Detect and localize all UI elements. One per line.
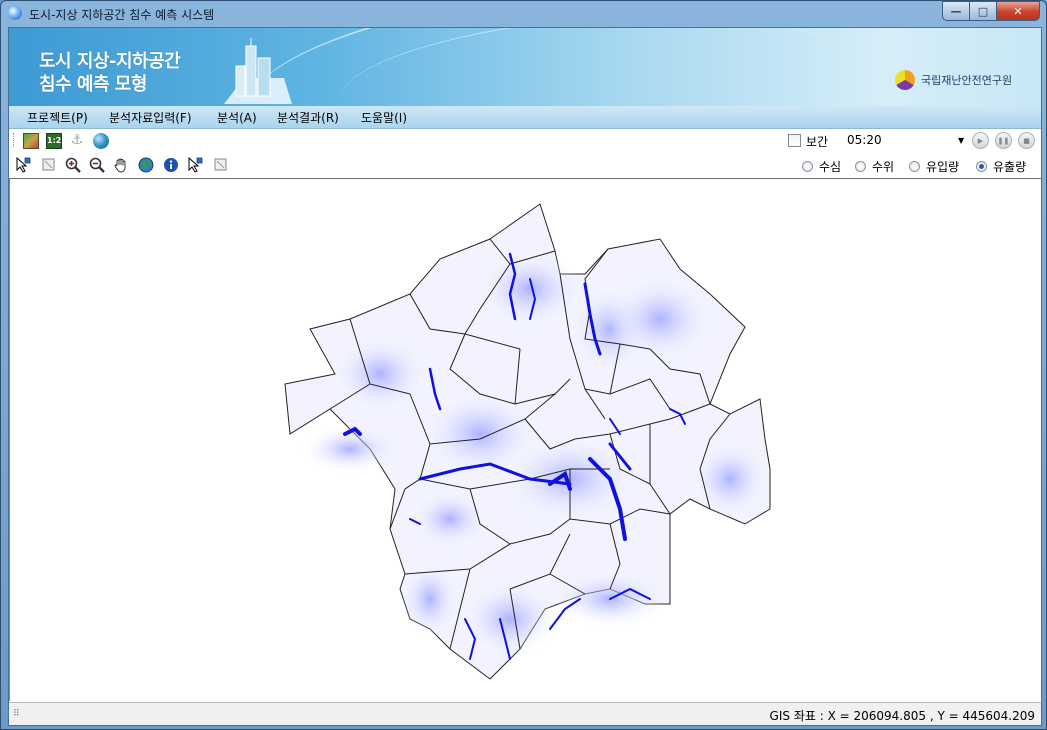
minimize-button[interactable]: —	[942, 1, 969, 21]
map-layer-icon[interactable]	[23, 133, 39, 149]
radio-level-label: 수위	[872, 160, 895, 174]
institute-name: 국립재난안전연구원	[921, 74, 1013, 87]
radio-inflow[interactable]: 유입량	[909, 158, 959, 175]
main-toolbar: 1:2 ⚓ 보간 05:20 ▼ ▶ ❚❚ ■	[9, 129, 1041, 151]
radio-outflow[interactable]: 유출량	[976, 158, 1026, 175]
close-button[interactable]: ✕	[996, 1, 1040, 21]
title-bar[interactable]: 도시-지상 지하공간 침수 예측 시스템 — □ ✕	[1, 1, 1046, 27]
info-icon[interactable]	[163, 157, 179, 173]
radio-depth-label: 수심	[819, 160, 842, 174]
radio-inflow-label: 유입량	[926, 160, 960, 174]
zoom-out-icon[interactable]	[89, 157, 105, 173]
zoom-in-icon[interactable]	[65, 157, 81, 173]
select-pointer-icon[interactable]	[15, 157, 31, 173]
chevron-down-icon[interactable]: ▼	[958, 136, 964, 145]
radio-depth[interactable]: 수심	[802, 158, 841, 175]
radio-level-button[interactable]	[855, 161, 866, 172]
radio-level[interactable]: 수위	[855, 158, 894, 175]
gis-coordinate-readout: GIS 좌표 : X = 206094.805 , Y = 445604.209	[769, 709, 1035, 723]
radio-depth-button[interactable]	[802, 161, 813, 172]
flood-map-canvas[interactable]	[10, 179, 1040, 701]
building-illustration-icon	[224, 38, 292, 104]
menu-results[interactable]: 분석결과(R)	[277, 109, 339, 126]
radio-outflow-button[interactable]	[976, 161, 987, 172]
pan-hand-icon[interactable]	[113, 157, 129, 173]
stop-icon[interactable]: ■	[1018, 132, 1035, 149]
client-area: 도시 지상-지하공간 침수 예측 모형 국립재난안전연구원 프로젝트(P) 분석…	[8, 27, 1042, 726]
pause-icon[interactable]: ❚❚	[995, 132, 1012, 149]
toolbar-grip[interactable]	[13, 133, 17, 147]
maximize-button[interactable]: □	[969, 1, 996, 21]
resize-grip-icon[interactable]: ⠿	[13, 709, 20, 719]
map-view[interactable]	[9, 179, 1040, 701]
menu-help[interactable]: 도움말(I)	[361, 109, 407, 126]
select-pointer-2-icon[interactable]	[187, 157, 203, 173]
time-select[interactable]: 05:20	[847, 133, 882, 147]
window-controls: — □ ✕	[942, 1, 1040, 21]
play-icon[interactable]: ▶	[972, 132, 989, 149]
app-banner: 도시 지상-지하공간 침수 예측 모형 국립재난안전연구원	[9, 28, 1041, 106]
radio-outflow-label: 유출량	[993, 160, 1027, 174]
app-window: 도시-지상 지하공간 침수 예측 시스템 — □ ✕ 도시 지상-지하공간 침수…	[0, 0, 1047, 730]
clear-selection-2-icon[interactable]	[213, 157, 229, 173]
menu-project[interactable]: 프로젝트(P)	[27, 109, 88, 126]
app-globe-icon	[8, 6, 22, 20]
banner-title-line2: 침수 예측 모형	[39, 74, 147, 95]
interpolation-checkbox[interactable]	[788, 134, 801, 147]
interpolation-label: 보간	[806, 135, 829, 149]
status-bar: ⠿ GIS 좌표 : X = 206094.805 , Y = 445604.2…	[9, 702, 1041, 725]
scale-12-icon[interactable]: 1:2	[46, 133, 62, 149]
globe-icon[interactable]	[93, 133, 109, 149]
map-toolbar: 수심 수위 유입량 유출량	[9, 152, 1041, 179]
anchor-icon[interactable]: ⚓	[69, 132, 85, 148]
menu-analysis[interactable]: 분석(A)	[217, 109, 257, 126]
clear-selection-icon[interactable]	[41, 157, 57, 173]
window-title: 도시-지상 지하공간 침수 예측 시스템	[29, 8, 215, 22]
menu-bar: 프로젝트(P) 분석자료입력(F) 분석(A) 분석결과(R) 도움말(I)	[9, 106, 1041, 129]
menu-data-input[interactable]: 분석자료입력(F)	[109, 109, 192, 126]
institute-logo-icon	[895, 70, 915, 90]
radio-inflow-button[interactable]	[909, 161, 920, 172]
full-extent-globe-icon[interactable]	[138, 157, 154, 173]
